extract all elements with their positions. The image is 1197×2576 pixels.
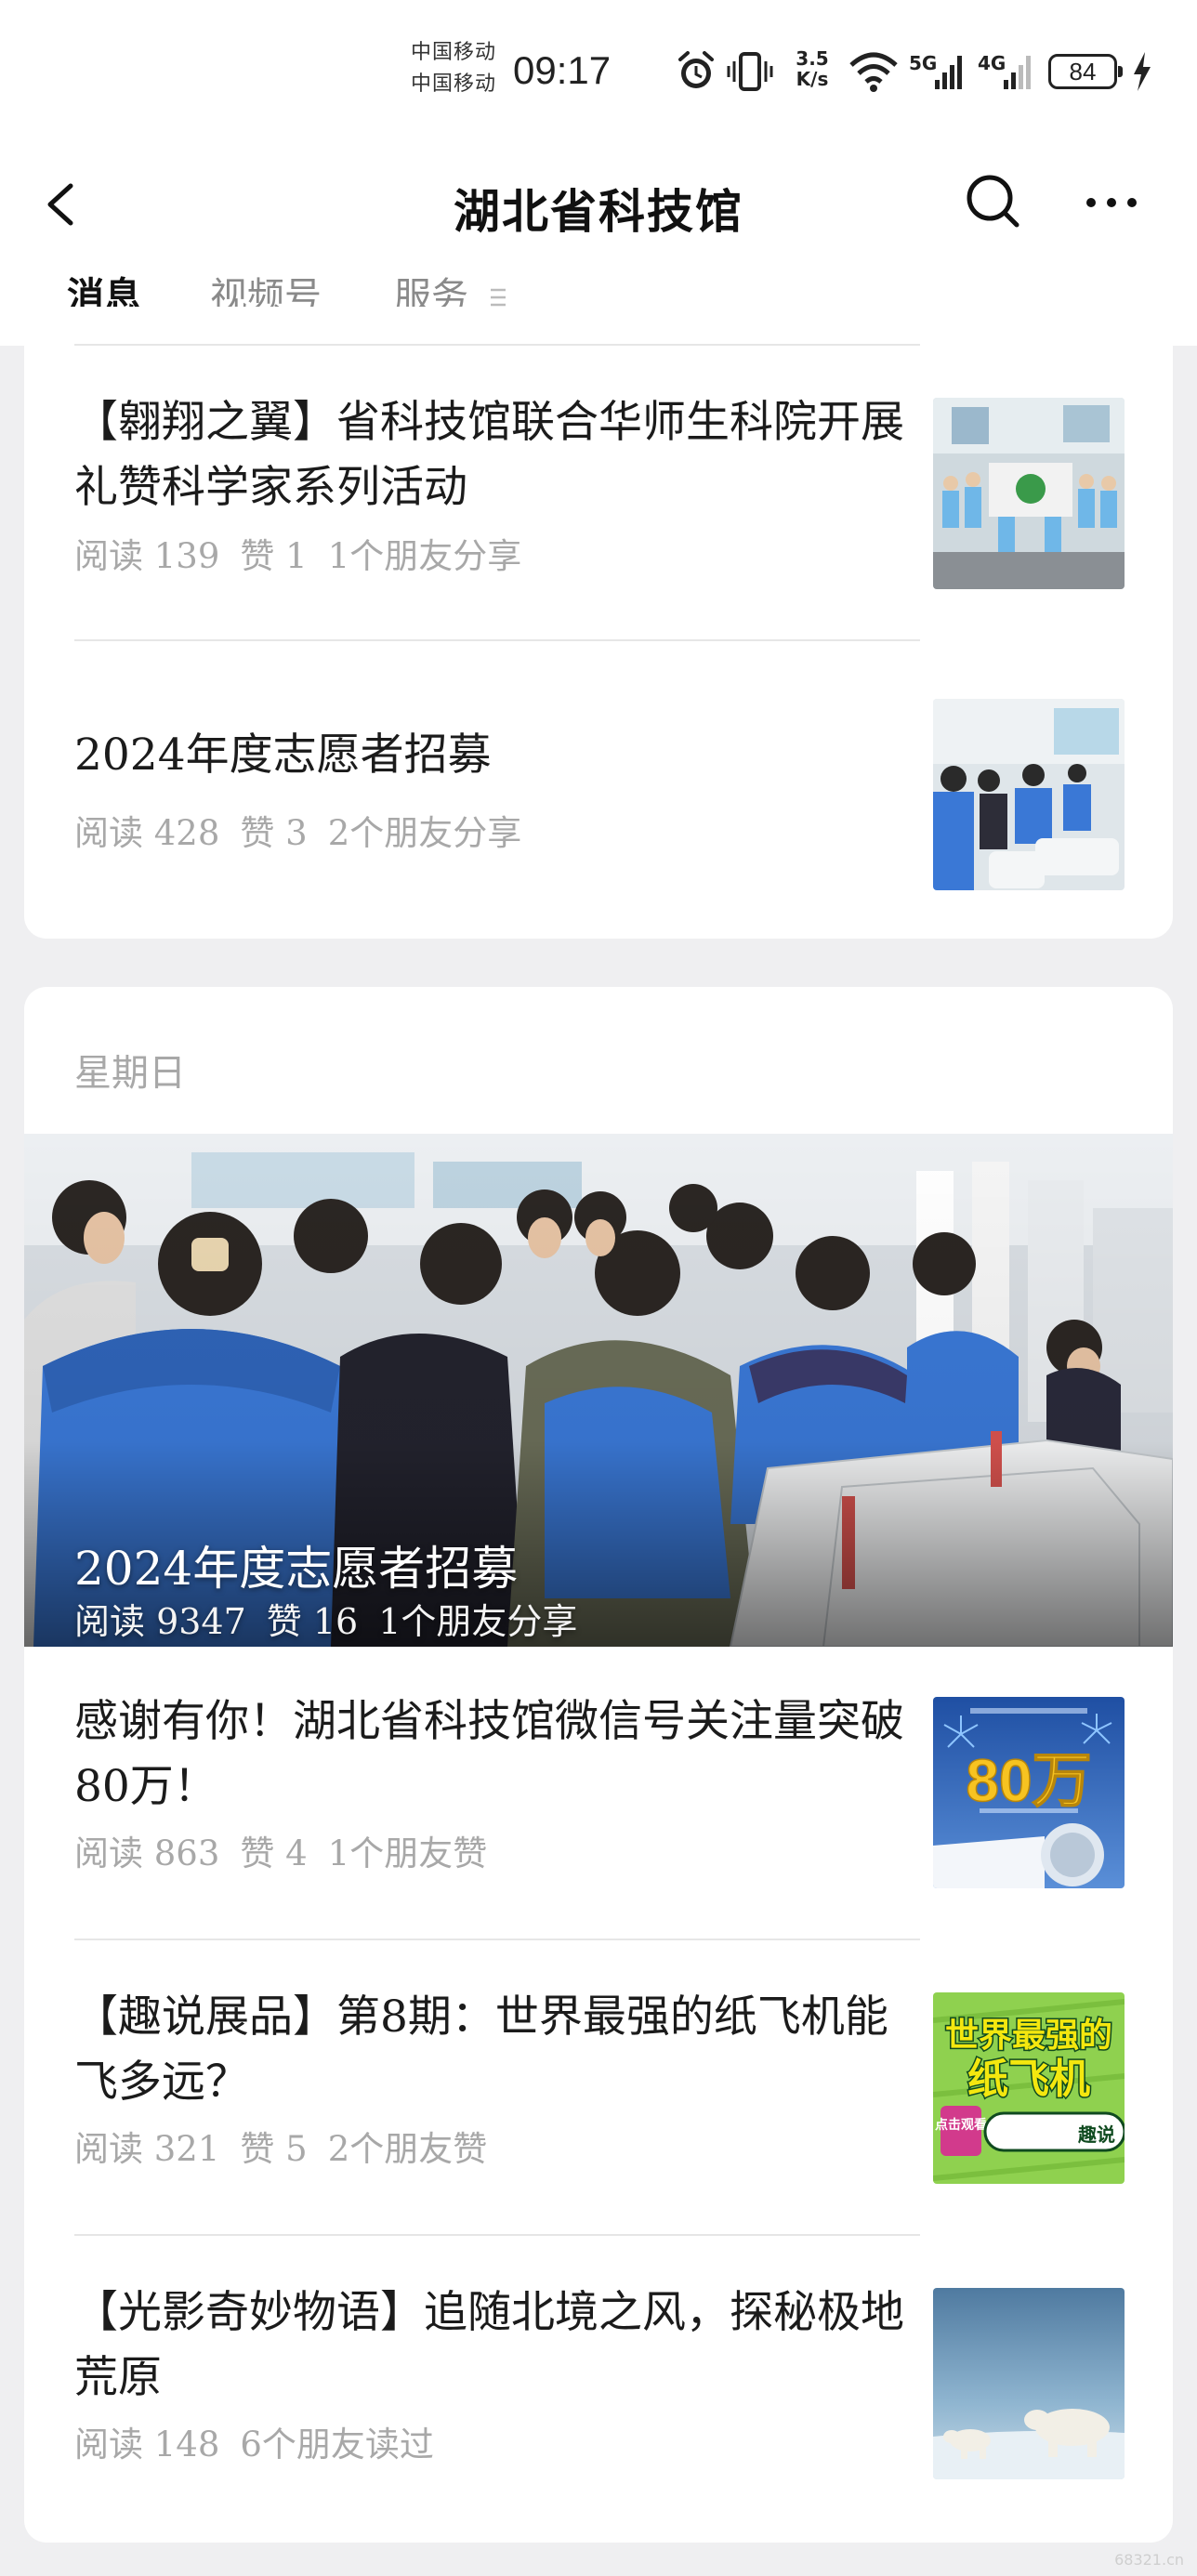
article-title: 感谢有你！湖北省科技馆微信号关注量突破80万！ [74, 1696, 904, 1812]
article-thumbnail: 80万 [933, 1697, 1125, 1888]
article-meta: 阅读 428 赞 3 2个朋友分享 [74, 805, 542, 855]
search-button[interactable] [963, 171, 1024, 232]
read-count: 阅读 863 [74, 1833, 220, 1873]
thumb-80w-text: 80万 [966, 1747, 1091, 1814]
carrier-label-1: 中国移动 [411, 41, 497, 64]
article-title: 【趣说展品】第8期：世界最强的纸飞机能飞多远？ [74, 1991, 888, 2108]
article-thumbnail [933, 699, 1125, 890]
thumb-series-tag: 趣说 [1077, 2123, 1115, 2146]
wifi-icon [849, 52, 898, 92]
article-item[interactable]: 感谢有你！湖北省科技馆微信号关注量突破80万！ 阅读 863 赞 4 1个朋友赞 8 [24, 1689, 1173, 1903]
read-count: 阅读 321 [74, 2129, 220, 2169]
article-item[interactable]: 【光影奇妙物语】追随北境之风，探秘极地荒原 阅读 148 6个朋友读过 [24, 2280, 1173, 2494]
hero-meta: 阅读 9347 赞 16 1个朋友分享 [74, 1593, 598, 1644]
top-header-area: 中国移动 中国移动 09:17 3.5 K/s 5G 4G 84 湖北省科技馆 … [0, 0, 1197, 346]
watermark-text: 68321.cn [1114, 2551, 1184, 2569]
social-info: 2个朋友分享 [327, 813, 522, 853]
net-speed-unit: K/s [796, 68, 829, 90]
article-title: 【翱翔之翼】省科技馆联合华师生科院开展礼赞科学家系列活动 [74, 397, 904, 513]
polar-bear-image [933, 2288, 1125, 2479]
article-item[interactable]: 2024年度志愿者招募 阅读 428 赞 3 2个朋友分享 [24, 686, 1173, 890]
thumb-headline-1: 世界最强的 [945, 2017, 1112, 2055]
divider [74, 639, 920, 641]
battery-indicator: 84 [1048, 54, 1123, 89]
social-info: 2个朋友赞 [327, 2129, 488, 2169]
message-card-1: 【翱翔之翼】省科技馆联合华师生科院开展礼赞科学家系列活动 阅读 139 赞 1 1个… [24, 307, 1173, 939]
read-count: 阅读 139 [74, 536, 220, 576]
net-speed: 3.5 K/s [790, 48, 835, 89]
status-clock: 09:17 [513, 48, 612, 92]
thumb-headline-2: 纸飞机 [967, 2056, 1090, 2103]
article-meta: 阅读 139 赞 1 1个朋友分享 [74, 528, 542, 578]
hero-article[interactable]: 2024年度志愿者招募 阅读 9347 赞 16 1个朋友分享 [24, 1134, 1173, 1647]
like-count: 赞 4 [240, 1833, 308, 1873]
divider [74, 344, 920, 346]
carrier-label-2: 中国移动 [411, 72, 497, 96]
article-item[interactable]: 【翱翔之翼】省科技馆联合华师生科院开展礼赞科学家系列活动 阅读 139 赞 1 1个… [24, 390, 1173, 589]
social-info: 6个朋友读过 [240, 2425, 434, 2464]
article-item[interactable]: 【趣说展品】第8期：世界最强的纸飞机能飞多远？ 阅读 321 赞 5 2个朋友赞 世… [24, 1985, 1173, 2199]
alarm-icon [678, 51, 714, 88]
article-thumbnail: 世界最强的 纸飞机 点击观看 趣说 [933, 1992, 1125, 2184]
article-meta: 阅读 321 赞 5 2个朋友赞 [74, 2121, 507, 2171]
charging-icon [1134, 52, 1151, 91]
search-icon [967, 175, 1019, 228]
status-bar: 中国移动 中国移动 09:17 3.5 K/s 5G 4G 84 [0, 0, 1197, 139]
thumb-watch-tag: 点击观看 [935, 2117, 987, 2133]
like-count: 赞 5 [240, 2129, 308, 2169]
social-info: 1个朋友分享 [378, 1601, 578, 1642]
article-title: 2024年度志愿者招募 [74, 729, 492, 781]
signal-icon [935, 56, 962, 89]
paper-plane-image: 世界最强的 纸飞机 点击观看 趣说 [933, 1992, 1125, 2184]
carrier-labels: 中国移动 中国移动 [411, 37, 513, 100]
read-count: 阅读 148 [74, 2425, 220, 2464]
more-button[interactable] [1078, 171, 1145, 232]
like-count: 赞 1 [240, 536, 308, 576]
more-dots-icon [1086, 198, 1137, 207]
menu-lines-icon [491, 288, 506, 307]
article-meta: 阅读 148 6个朋友读过 [74, 2416, 454, 2466]
nav-bar: 湖北省科技馆 [0, 149, 1197, 260]
signal-icon-2 [1004, 56, 1031, 89]
article-title: 【光影奇妙物语】追随北境之风，探秘极地荒原 [74, 2287, 904, 2403]
celebration-80w-image: 80万 [933, 1697, 1125, 1888]
like-count: 赞 16 [266, 1601, 359, 1642]
like-count: 赞 3 [240, 813, 308, 853]
message-card-2: 星期日 2024年度志愿者招募 阅读 9347 赞 16 1个朋友分享 感谢有你… [24, 987, 1173, 2543]
article-thumbnail [933, 2288, 1125, 2479]
net-speed-value: 3.5 [796, 47, 829, 70]
vibrate-icon [727, 52, 773, 91]
read-count: 阅读 9347 [74, 1601, 246, 1642]
divider [74, 2234, 920, 2236]
day-label: 星期日 [74, 1052, 186, 1095]
divider [74, 1939, 920, 1940]
article-meta: 阅读 863 赞 4 1个朋友赞 [74, 1825, 507, 1875]
group-photo-image [933, 398, 1125, 589]
read-count: 阅读 428 [74, 813, 220, 853]
volunteers-gate-image [933, 699, 1125, 890]
social-info: 1个朋友分享 [327, 536, 522, 576]
hero-title: 2024年度志愿者招募 [74, 1542, 519, 1596]
social-info: 1个朋友赞 [327, 1833, 488, 1873]
article-thumbnail [933, 398, 1125, 589]
